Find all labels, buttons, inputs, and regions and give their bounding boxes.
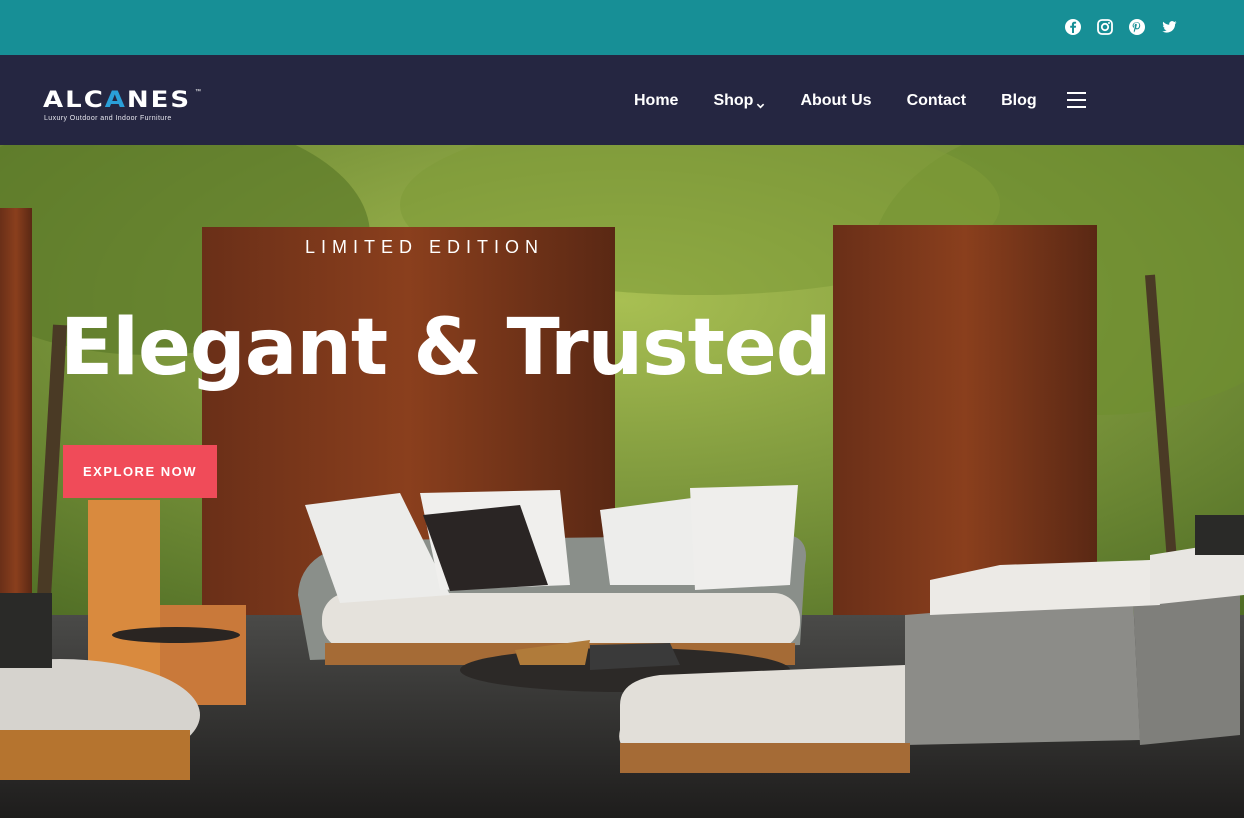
explore-now-button[interactable]: EXPLORE NOW [63, 445, 217, 498]
twitter-icon[interactable] [1160, 18, 1178, 36]
logo-trademark: ™ [195, 89, 201, 95]
main-header: ALCANES ™ Luxury Outdoor and Indoor Furn… [0, 55, 1244, 145]
hero-eyebrow: LIMITED EDITION [305, 237, 545, 257]
brand-logo[interactable]: ALCANES ™ Luxury Outdoor and Indoor Furn… [43, 87, 203, 127]
logo-tagline: Luxury Outdoor and Indoor Furniture [44, 115, 172, 122]
top-social-bar [0, 0, 1244, 55]
chevron-down-icon [756, 97, 765, 108]
nav-about-us[interactable]: About Us [800, 91, 871, 111]
hero-banner: LIMITED EDITION Elegant & Trusted EXPLOR… [0, 145, 1244, 818]
nav-shop[interactable]: Shop [713, 91, 765, 111]
nav-blog[interactable]: Blog [1001, 91, 1037, 111]
logo-wordmark: ALCANES [43, 87, 192, 114]
hero-headline: Elegant & Trusted [60, 303, 832, 393]
nav-home[interactable]: Home [634, 91, 678, 111]
instagram-icon[interactable] [1096, 18, 1114, 36]
pinterest-icon[interactable] [1128, 18, 1146, 36]
main-nav: Home Shop About Us Contact Blog [634, 91, 1072, 111]
social-links [1064, 18, 1178, 36]
facebook-icon[interactable] [1064, 18, 1082, 36]
nav-contact[interactable]: Contact [907, 91, 967, 111]
hamburger-menu-icon[interactable] [1067, 92, 1086, 108]
nav-shop-label: Shop [713, 92, 754, 109]
